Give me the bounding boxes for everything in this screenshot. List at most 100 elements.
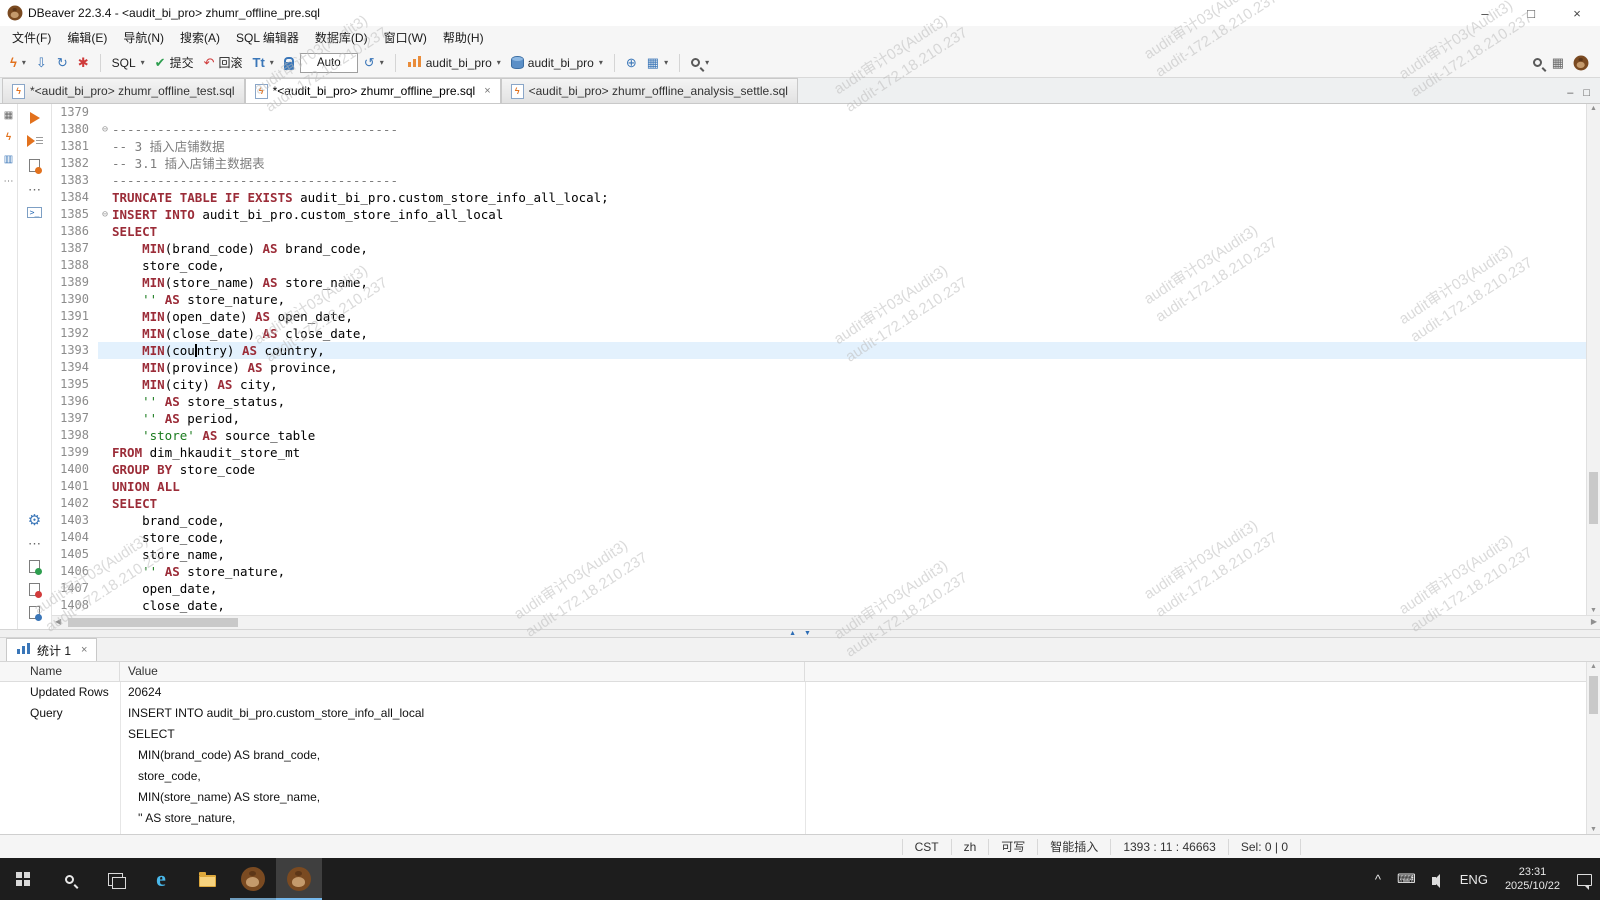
menu-item-3[interactable]: 导航(N): [115, 26, 172, 49]
stats-row-2[interactable]: QueryINSERT INTO audit_bi_pro.custom_sto…: [0, 703, 1586, 829]
code-line-1388[interactable]: store_code,: [112, 257, 1586, 274]
execute-statement-icon[interactable]: [30, 112, 40, 124]
code-area[interactable]: 13791380⊖-------------------------------…: [52, 104, 1586, 615]
rollback-button[interactable]: ↶回滚: [200, 51, 247, 74]
code-line-1406[interactable]: '' AS store_nature,: [112, 563, 1586, 580]
code-line-1399[interactable]: FROM dim_hkaudit_store_mt: [112, 444, 1586, 461]
speaker-icon[interactable]: [1424, 874, 1452, 885]
active-schema-button[interactable]: audit_bi_pro▾: [507, 53, 607, 73]
editor-vscroll-thumb[interactable]: [1589, 472, 1598, 524]
rail-more2-icon[interactable]: ⋯: [28, 537, 41, 550]
menu-item-6[interactable]: 数据库(D): [307, 26, 376, 49]
taskbar-search-button[interactable]: [46, 858, 92, 900]
panel-vertical-scrollbar[interactable]: ▲ ▼: [1586, 662, 1600, 834]
scroll-left-icon[interactable]: ◀: [55, 617, 61, 626]
panel-splitter[interactable]: ▲ ▼: [0, 629, 1600, 638]
code-line-1389[interactable]: MIN(store_name) AS store_name,: [112, 274, 1586, 291]
file-explorer-button[interactable]: [184, 858, 230, 900]
code-line-1393[interactable]: MIN(country) AS country,: [112, 342, 1586, 359]
explain-plan-icon[interactable]: [29, 159, 40, 172]
new-sql-editor-button[interactable]: ϟ▾: [6, 53, 30, 72]
fold-toggle-icon[interactable]: ⊖: [98, 206, 112, 223]
language-indicator[interactable]: ENG: [1452, 872, 1496, 887]
new-object-button[interactable]: ✱: [74, 53, 93, 72]
action-center-icon[interactable]: [1569, 872, 1600, 886]
rail-more-icon[interactable]: ⋯: [28, 183, 41, 196]
close-button[interactable]: ×: [1554, 0, 1600, 26]
commit-mode-combo[interactable]: Auto: [300, 53, 358, 73]
panel-vscroll-thumb[interactable]: [1589, 676, 1598, 714]
maximize-button[interactable]: □: [1508, 0, 1554, 26]
code-line-1396[interactable]: '' AS store_status,: [112, 393, 1586, 410]
code-line-1404[interactable]: store_code,: [112, 529, 1586, 546]
commit-button[interactable]: ✔提交: [151, 51, 198, 74]
editor-tab-2[interactable]: ϟ*<audit_bi_pro> zhumr_offline_pre.sql×: [245, 78, 501, 103]
db-navigator-icon[interactable]: ϟ: [6, 131, 11, 144]
task-view-button[interactable]: [92, 858, 138, 900]
clock[interactable]: 23:31 2025/10/22: [1496, 865, 1569, 893]
minimize-button[interactable]: –: [1462, 0, 1508, 26]
touch-keyboard-icon[interactable]: ⌨: [1389, 871, 1424, 887]
code-line-1385[interactable]: INSERT INTO audit_bi_pro.custom_store_in…: [112, 206, 1586, 223]
lock-connection-button[interactable]: [280, 53, 298, 73]
code-line-1407[interactable]: open_date,: [112, 580, 1586, 597]
code-line-1401[interactable]: UNION ALL: [112, 478, 1586, 495]
scroll-up-icon[interactable]: ▲: [1587, 105, 1600, 112]
code-line-1405[interactable]: store_name,: [112, 546, 1586, 563]
minimize-editor-icon[interactable]: –: [1567, 87, 1573, 99]
execute-script-icon[interactable]: [27, 135, 43, 148]
menu-item-2[interactable]: 编辑(E): [59, 26, 115, 49]
panel-scroll-up-icon[interactable]: ▲: [1587, 663, 1600, 670]
code-line-1394[interactable]: MIN(province) AS province,: [112, 359, 1586, 376]
panel-scroll-down-icon[interactable]: ▼: [1587, 826, 1600, 833]
code-line-1386[interactable]: SELECT: [112, 223, 1586, 240]
dbeaver-taskbar-button-1[interactable]: [230, 858, 276, 900]
edge-button[interactable]: e: [138, 858, 184, 900]
dbeaver-logo-icon[interactable]: [1574, 55, 1589, 70]
code-line-1383[interactable]: --------------------------------------: [112, 172, 1586, 189]
menu-item-1[interactable]: 文件(F): [4, 26, 59, 49]
projects-view-icon[interactable]: ▥: [4, 153, 13, 166]
code-line-1403[interactable]: brand_code,: [112, 512, 1586, 529]
code-line-1397[interactable]: '' AS period,: [112, 410, 1586, 427]
code-line-1384[interactable]: TRUNCATE TABLE IF EXISTS audit_bi_pro.cu…: [112, 189, 1586, 206]
restore-views-icon[interactable]: ▦: [4, 109, 13, 122]
more-views-icon[interactable]: ⋯: [4, 175, 14, 188]
refresh-button[interactable]: ↻: [53, 53, 72, 72]
menu-item-4[interactable]: 搜索(A): [172, 26, 228, 49]
code-line-1392[interactable]: MIN(close_date) AS close_date,: [112, 325, 1586, 342]
sql-templates-button[interactable]: SQL▾: [108, 53, 149, 73]
tab-statistics[interactable]: 统计 1 ×: [6, 638, 97, 661]
start-button[interactable]: [0, 858, 46, 900]
export-result-icon[interactable]: [29, 560, 40, 573]
code-line-1380[interactable]: --------------------------------------: [112, 121, 1586, 138]
fold-toggle-icon[interactable]: ⊖: [98, 121, 112, 138]
editor-tab-1[interactable]: ϟ*<audit_bi_pro> zhumr_offline_test.sql: [2, 78, 245, 103]
code-line-1379[interactable]: [112, 104, 1586, 121]
code-line-1395[interactable]: MIN(city) AS city,: [112, 376, 1586, 393]
column-header-name[interactable]: Name: [0, 662, 120, 681]
editor-tab-3[interactable]: ϟ<audit_bi_pro> zhumr_offline_analysis_s…: [501, 78, 798, 103]
editor-settings-gear-icon[interactable]: ⚙: [28, 514, 41, 527]
save-report-icon[interactable]: [29, 583, 40, 596]
search-tools-button[interactable]: ▾: [687, 55, 713, 70]
code-line-1408[interactable]: close_date,: [112, 597, 1586, 614]
code-line-1391[interactable]: MIN(open_date) AS open_date,: [112, 308, 1586, 325]
editor-hscroll-thumb[interactable]: [68, 618, 238, 627]
code-line-1381[interactable]: -- 3 插入店铺数据: [112, 138, 1586, 155]
stats-row-1[interactable]: Updated Rows20624: [0, 682, 1586, 703]
active-database-button[interactable]: audit_bi_pro▾: [403, 53, 505, 73]
sql-console-icon[interactable]: >_: [27, 207, 43, 218]
code-line-1400[interactable]: GROUP BY store_code: [112, 461, 1586, 478]
tray-expand-icon[interactable]: ^: [1367, 872, 1389, 887]
search-icon[interactable]: [1533, 58, 1542, 67]
maximize-editor-icon[interactable]: □: [1583, 87, 1590, 99]
transaction-log-button[interactable]: ↺▾: [360, 53, 388, 72]
code-line-1398[interactable]: 'store' AS source_table: [112, 427, 1586, 444]
scroll-right-icon[interactable]: ▶: [1591, 617, 1597, 626]
splitter-down-icon[interactable]: ▼: [804, 630, 811, 637]
menu-item-5[interactable]: SQL 编辑器: [228, 26, 307, 49]
output-log-icon[interactable]: [29, 606, 40, 619]
column-header-value[interactable]: Value: [120, 662, 805, 681]
perspective-icon[interactable]: ▦: [1552, 56, 1564, 69]
